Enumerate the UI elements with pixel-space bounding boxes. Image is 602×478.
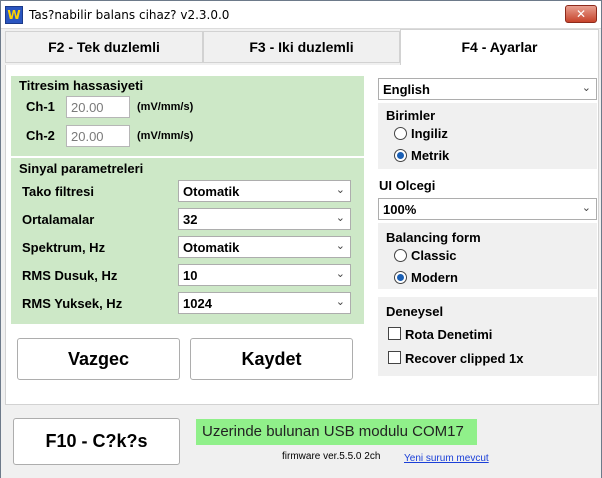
- update-available-link[interactable]: Yeni surum mevcut: [404, 453, 489, 464]
- tab-settings[interactable]: F4 - Ayarlar: [400, 29, 599, 65]
- chevron-down-icon: ⌄: [335, 296, 345, 308]
- classic-label: Classic: [411, 248, 457, 263]
- radio-metric[interactable]: [394, 149, 407, 162]
- tacho-filter-value: Otomatik: [183, 184, 240, 199]
- ch2-unit: (mV/mm/s): [137, 130, 194, 142]
- tab-two-plane[interactable]: F3 - Iki duzlemli: [203, 31, 400, 63]
- units-title: Birimler: [386, 108, 436, 123]
- app-window: W Tas?nabilir balans cihaz? v2.3.0.0 ✕ F…: [0, 0, 602, 478]
- experimental-title: Deneysel: [386, 304, 444, 319]
- radio-imperial[interactable]: [394, 127, 407, 140]
- averages-value: 32: [183, 212, 198, 227]
- balancing-form-title: Balancing form: [386, 230, 481, 245]
- tacho-filter-select[interactable]: Otomatik ⌄: [178, 180, 351, 202]
- recover-clipped-label: Recover clipped 1x: [405, 351, 524, 366]
- averages-label: Ortalamalar: [22, 212, 95, 227]
- chevron-down-icon: ⌄: [335, 184, 345, 196]
- chevron-down-icon: ⌄: [335, 268, 345, 280]
- close-button[interactable]: ✕: [565, 5, 597, 23]
- radio-modern[interactable]: [394, 271, 407, 284]
- route-check-checkbox[interactable]: [388, 327, 401, 340]
- window-title: Tas?nabilir balans cihaz? v2.3.0.0: [29, 8, 230, 22]
- language-value: English: [383, 82, 430, 97]
- ui-scale-select[interactable]: 100% ⌄: [378, 198, 597, 220]
- spectrum-label: Spektrum, Hz: [22, 240, 106, 255]
- ch1-sensitivity-input[interactable]: [66, 96, 130, 118]
- metric-label: Metrik: [411, 148, 450, 163]
- language-select[interactable]: English ⌄: [378, 78, 597, 100]
- spectrum-select[interactable]: Otomatik ⌄: [178, 236, 351, 258]
- tab-single-plane[interactable]: F2 - Tek duzlemli: [5, 31, 203, 63]
- vibration-sensitivity-title: Titresim hassasiyeti: [19, 78, 144, 93]
- signal-parameters-title: Sinyal parametreleri: [19, 161, 144, 176]
- rms-low-value: 10: [183, 268, 198, 283]
- averages-select[interactable]: 32 ⌄: [178, 208, 351, 230]
- imperial-label: Ingiliz: [411, 126, 448, 141]
- firmware-version: firmware ver.5.5.0 2ch: [282, 451, 381, 462]
- spectrum-value: Otomatik: [183, 240, 240, 255]
- recover-clipped-checkbox[interactable]: [388, 351, 401, 364]
- cancel-button[interactable]: Vazgec: [17, 338, 180, 380]
- ui-scale-value: 100%: [383, 202, 417, 217]
- rms-high-value: 1024: [183, 296, 212, 311]
- tab-bar: F2 - Tek duzlemli F3 - Iki duzlemli F4 -…: [5, 29, 599, 65]
- ch1-label: Ch-1: [26, 99, 55, 114]
- app-logo-icon: W: [5, 6, 23, 24]
- chevron-down-icon: ⌄: [581, 202, 591, 214]
- ch2-sensitivity-input[interactable]: [66, 125, 130, 147]
- save-button[interactable]: Kaydet: [190, 338, 353, 380]
- chevron-down-icon: ⌄: [335, 212, 345, 224]
- rms-low-select[interactable]: 10 ⌄: [178, 264, 351, 286]
- title-bar: W Tas?nabilir balans cihaz? v2.3.0.0 ✕: [1, 1, 601, 29]
- exit-button[interactable]: F10 - C?k?s: [13, 418, 180, 465]
- modern-label: Modern: [411, 270, 458, 285]
- rms-high-label: RMS Yuksek, Hz: [22, 296, 123, 311]
- ui-scale-title: UI Olcegi: [379, 178, 436, 193]
- ch1-unit: (mV/mm/s): [137, 101, 194, 113]
- tacho-filter-label: Tako filtresi: [22, 184, 95, 199]
- ch2-label: Ch-2: [26, 128, 55, 143]
- usb-status-message: Uzerinde bulunan USB modulu COM17: [196, 419, 477, 445]
- radio-classic[interactable]: [394, 249, 407, 262]
- chevron-down-icon: ⌄: [581, 82, 591, 94]
- rms-low-label: RMS Dusuk, Hz: [22, 268, 118, 283]
- route-check-label: Rota Denetimi: [405, 327, 493, 342]
- chevron-down-icon: ⌄: [335, 240, 345, 252]
- rms-high-select[interactable]: 1024 ⌄: [178, 292, 351, 314]
